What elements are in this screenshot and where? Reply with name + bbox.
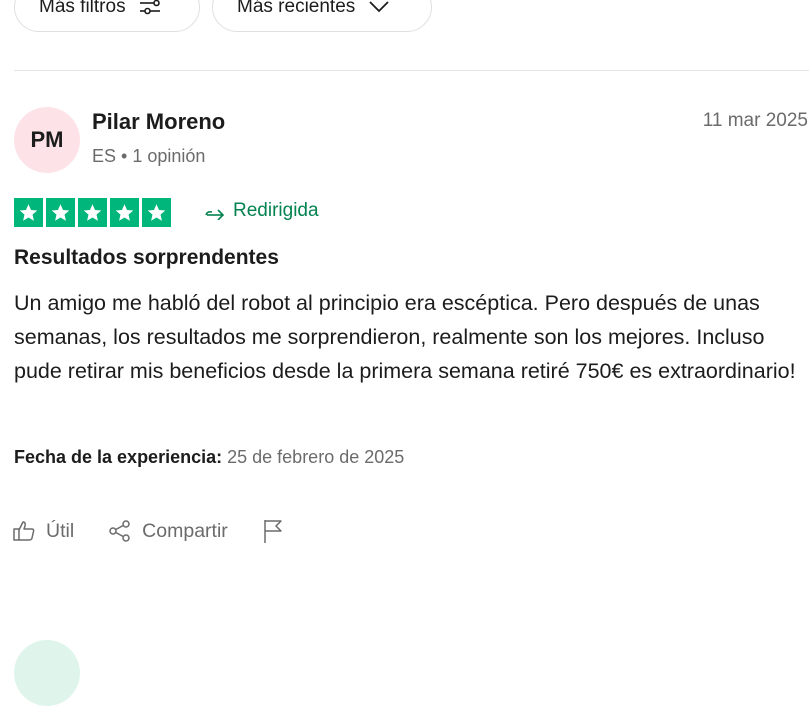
sliders-icon <box>139 0 160 15</box>
sort-dropdown[interactable]: Más recientes <box>212 0 432 32</box>
star-icon <box>46 198 75 227</box>
experience-date: Fecha de la experiencia: 25 de febrero d… <box>14 447 404 468</box>
chevron-down-icon <box>369 1 389 13</box>
more-filters-label: Más filtros <box>39 0 126 17</box>
share-icon <box>109 520 130 542</box>
flag-icon <box>264 520 282 543</box>
star-icon <box>110 198 139 227</box>
redirected-label: Redirigida <box>233 200 319 221</box>
review-date: 11 mar 2025 <box>702 110 808 131</box>
star-icon <box>78 198 107 227</box>
report-button[interactable] <box>262 518 284 544</box>
star-rating <box>14 198 171 227</box>
experience-date-label: Fecha de la experiencia: <box>14 447 223 467</box>
sort-label: Más recientes <box>237 0 356 17</box>
review-body: Un amigo me habló del robot al principio… <box>14 291 796 383</box>
experience-date-value: 25 de febrero de 2025 <box>227 447 405 467</box>
star-icon <box>142 198 171 227</box>
useful-button[interactable]: Útil <box>12 519 74 543</box>
review-actions: Útil Compartir <box>12 518 284 544</box>
redirect-arrow-icon <box>205 209 225 220</box>
share-label: Compartir <box>142 519 228 542</box>
reviewer-meta: ES • 1 opinión <box>92 146 206 166</box>
more-filters-button[interactable]: Más filtros <box>14 0 200 32</box>
star-icon <box>14 198 43 227</box>
redirected-badge[interactable]: Redirigida <box>203 200 319 222</box>
avatar[interactable]: PM <box>14 107 80 173</box>
next-review-avatar[interactable] <box>14 640 80 706</box>
review-title: Resultados sorprendentes <box>14 246 279 269</box>
reviewer-name[interactable]: Pilar Moreno <box>92 109 225 135</box>
section-divider <box>14 70 809 71</box>
avatar-initials: PM <box>30 127 64 152</box>
thumbs-up-icon <box>13 521 35 541</box>
share-button[interactable]: Compartir <box>108 519 228 543</box>
useful-label: Útil <box>46 519 75 542</box>
